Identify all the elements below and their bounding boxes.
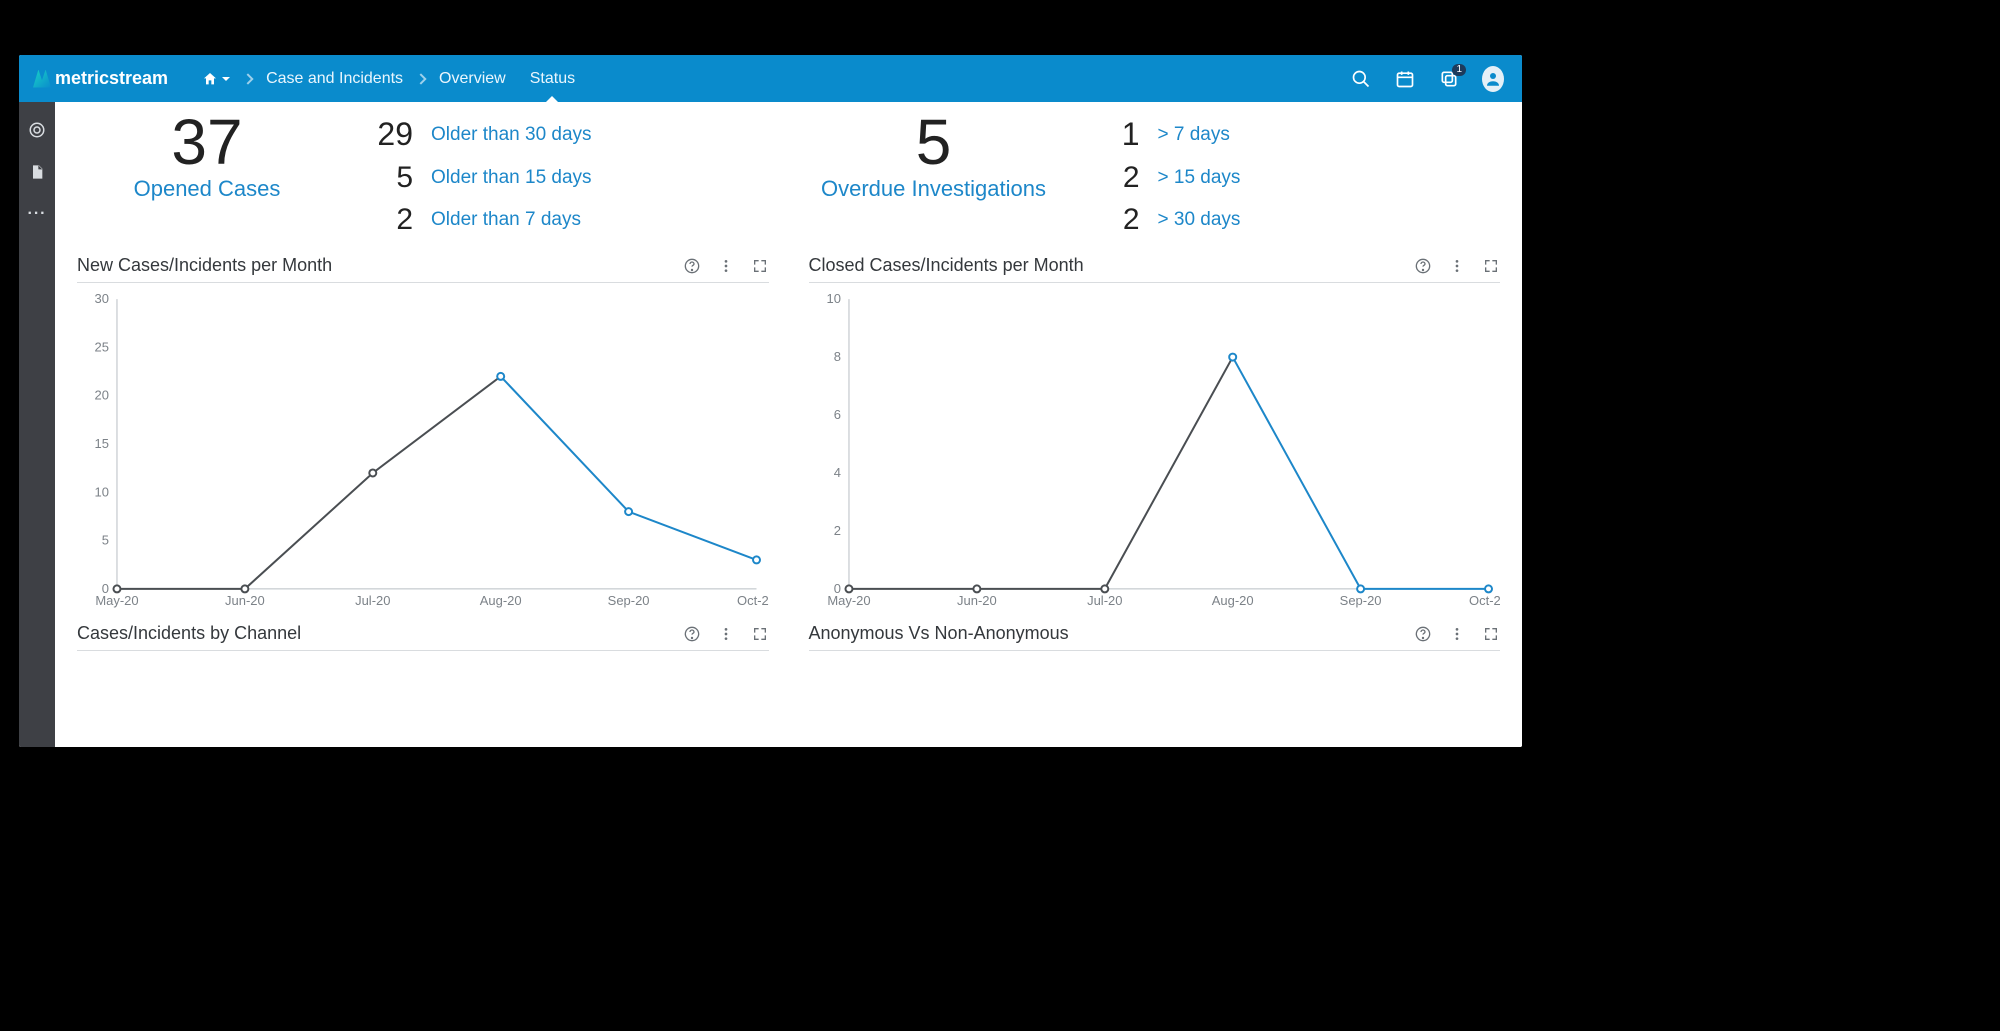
svg-text:25: 25 [95, 339, 109, 354]
chevron-right-icon [415, 73, 426, 84]
svg-text:10: 10 [826, 291, 840, 306]
breadcrumb-label: Case and Incidents [266, 70, 403, 88]
svg-text:Aug-20: Aug-20 [480, 593, 522, 608]
expand-icon[interactable] [751, 257, 769, 275]
topbar-actions: 1 [1350, 68, 1512, 90]
kpi-opened-cases: 37 Opened Cases 29 Older than 30 days 5 … [77, 110, 774, 237]
notifications-badge: 1 [1452, 64, 1466, 76]
svg-text:Aug-20: Aug-20 [1211, 593, 1253, 608]
charts-row-1: New Cases/Incidents per Month 0510152025… [77, 255, 1500, 613]
user-avatar[interactable] [1482, 68, 1504, 90]
svg-text:Oct-20: Oct-20 [1469, 593, 1500, 608]
svg-text:10: 10 [95, 484, 109, 499]
chart-new-cases: New Cases/Incidents per Month 0510152025… [77, 255, 769, 613]
svg-text:May-20: May-20 [827, 593, 870, 608]
kpi-sub-link-older-30[interactable]: Older than 30 days [431, 124, 592, 146]
breadcrumb-label: Status [530, 70, 575, 88]
rail-document-icon[interactable] [27, 162, 47, 182]
svg-text:Jun-20: Jun-20 [957, 593, 997, 608]
svg-text:Jun-20: Jun-20 [225, 593, 265, 608]
app-window: metricstream Case and Incidents Overview… [19, 55, 1522, 747]
brand-logo-mark [33, 70, 51, 88]
notifications-icon[interactable]: 1 [1438, 68, 1460, 90]
svg-text:4: 4 [833, 465, 840, 480]
charts-row-2: Cases/Incidents by Channel Anonymous Vs … [77, 623, 1500, 651]
breadcrumb-label: Overview [439, 70, 506, 88]
svg-text:Jul-20: Jul-20 [355, 593, 390, 608]
calendar-icon[interactable] [1394, 68, 1416, 90]
more-vertical-icon[interactable] [717, 257, 735, 275]
svg-text:15: 15 [95, 436, 109, 451]
expand-icon[interactable] [1482, 625, 1500, 643]
breadcrumb-status[interactable]: Status [518, 55, 587, 102]
home-crumb[interactable] [190, 55, 242, 102]
svg-text:Jul-20: Jul-20 [1087, 593, 1122, 608]
chart-title: Closed Cases/Incidents per Month [809, 255, 1084, 276]
chart-title: Cases/Incidents by Channel [77, 623, 301, 644]
chart-by-channel: Cases/Incidents by Channel [77, 623, 769, 651]
more-vertical-icon[interactable] [717, 625, 735, 643]
chart-title: New Cases/Incidents per Month [77, 255, 332, 276]
app-body: ··· 37 Opened Cases 29 Older than 30 day… [19, 102, 1522, 747]
help-icon[interactable] [683, 625, 701, 643]
kpi-value: 37 [77, 110, 337, 174]
kpi-sub-value: 1 [1094, 116, 1140, 153]
help-icon[interactable] [1414, 625, 1432, 643]
caret-down-icon [222, 77, 230, 85]
chart-canvas-closed-cases: 0246810May-20Jun-20Jul-20Aug-20Sep-20Oct… [809, 289, 1501, 613]
kpi-sub-value: 5 [367, 161, 413, 195]
content-area: 37 Opened Cases 29 Older than 30 days 5 … [55, 102, 1522, 747]
svg-text:20: 20 [95, 388, 109, 403]
kpi-sub-link-gt-30[interactable]: > 30 days [1158, 209, 1241, 231]
search-icon[interactable] [1350, 68, 1372, 90]
kpi-row: 37 Opened Cases 29 Older than 30 days 5 … [77, 110, 1500, 237]
svg-text:8: 8 [833, 349, 840, 364]
kpi-sub-value: 2 [367, 203, 413, 237]
breadcrumb-case-incidents[interactable]: Case and Incidents [254, 55, 415, 102]
svg-text:6: 6 [833, 407, 840, 422]
svg-text:2: 2 [833, 523, 840, 538]
breadcrumb-overview[interactable]: Overview [427, 55, 518, 102]
expand-icon[interactable] [1482, 257, 1500, 275]
svg-text:30: 30 [95, 291, 109, 306]
kpi-sub-link-gt-15[interactable]: > 15 days [1158, 167, 1241, 189]
rail-target-icon[interactable] [27, 120, 47, 140]
kpi-value: 5 [804, 110, 1064, 174]
kpi-sub-value: 29 [367, 116, 413, 153]
chart-canvas-new-cases: 051015202530May-20Jun-20Jul-20Aug-20Sep-… [77, 289, 769, 613]
kpi-label[interactable]: Overdue Investigations [804, 176, 1064, 202]
expand-icon[interactable] [751, 625, 769, 643]
svg-text:5: 5 [102, 533, 109, 548]
kpi-sub-value: 2 [1094, 161, 1140, 195]
svg-text:May-20: May-20 [95, 593, 138, 608]
help-icon[interactable] [1414, 257, 1432, 275]
svg-text:Sep-20: Sep-20 [608, 593, 650, 608]
kpi-sub-link-gt-7[interactable]: > 7 days [1158, 124, 1230, 146]
svg-text:Sep-20: Sep-20 [1339, 593, 1381, 608]
svg-text:Oct-20: Oct-20 [737, 593, 768, 608]
kpi-label[interactable]: Opened Cases [77, 176, 337, 202]
kpi-overdue-investigations: 5 Overdue Investigations 1 > 7 days 2 > … [804, 110, 1501, 237]
brand-logo[interactable]: metricstream [33, 68, 168, 89]
chart-closed-cases: Closed Cases/Incidents per Month 0246810… [809, 255, 1501, 613]
topbar: metricstream Case and Incidents Overview… [19, 55, 1522, 102]
more-vertical-icon[interactable] [1448, 625, 1466, 643]
home-icon [202, 71, 218, 87]
left-rail: ··· [19, 102, 55, 747]
breadcrumb: Case and Incidents Overview Status [190, 55, 587, 102]
help-icon[interactable] [683, 257, 701, 275]
chart-title: Anonymous Vs Non-Anonymous [809, 623, 1069, 644]
rail-more-icon[interactable]: ··· [27, 204, 47, 224]
kpi-sub-link-older-15[interactable]: Older than 15 days [431, 167, 592, 189]
kpi-sub-value: 2 [1094, 203, 1140, 237]
chevron-right-icon [242, 73, 253, 84]
more-vertical-icon[interactable] [1448, 257, 1466, 275]
kpi-sub-link-older-7[interactable]: Older than 7 days [431, 209, 581, 231]
chart-anonymous: Anonymous Vs Non-Anonymous [809, 623, 1501, 651]
brand-name: metricstream [55, 68, 168, 89]
